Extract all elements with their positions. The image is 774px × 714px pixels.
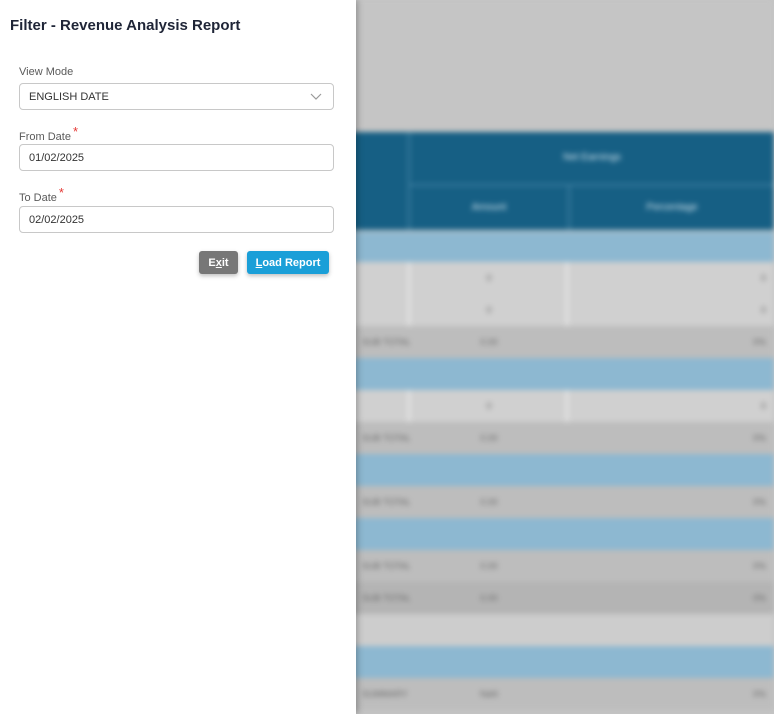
header-amount-label: Amount (471, 202, 507, 213)
required-asterisk: * (58, 185, 64, 200)
report-cell-amount: 0.00 (480, 497, 498, 507)
report-cell-pct: 0 (760, 273, 766, 283)
to-date-label: To Date * (19, 185, 64, 204)
report-cell-pct: 0% (752, 497, 766, 507)
view-mode-value: ENGLISH DATE (29, 90, 109, 103)
report-cell-amount: 0.00 (480, 337, 498, 347)
load-report-button[interactable]: Load Report (247, 251, 329, 274)
load-label-rest: oad Report (262, 256, 321, 269)
header-percentage-label: Percentage (646, 202, 698, 213)
report-column-divider (566, 294, 568, 326)
report-cell-pct: 0 (760, 305, 766, 315)
view-mode-label: View Mode (19, 66, 74, 78)
report-column-divider (408, 390, 410, 422)
to-date-label-text: To Date (19, 192, 57, 204)
to-date-input[interactable] (19, 206, 334, 233)
report-cell-amount: 0.00 (480, 593, 498, 603)
report-cell-pct: 0 (760, 401, 766, 411)
report-cell-pct: 0% (752, 433, 766, 443)
filter-panel: Filter - Revenue Analysis Report View Mo… (0, 0, 356, 714)
report-column-divider (566, 390, 568, 422)
report-column-divider (566, 262, 568, 294)
report-cell-pct: 0% (752, 337, 766, 347)
report-column-divider (408, 262, 410, 294)
report-cell-amount: 0 (486, 401, 492, 411)
from-date-label: From Date * (19, 124, 78, 143)
exit-label-rest: it (221, 256, 229, 269)
from-date-input[interactable] (19, 144, 334, 171)
report-cell-pct: 0% (752, 593, 766, 603)
view-mode-select[interactable]: ENGLISH DATE (19, 83, 334, 110)
load-label-hotkey: L (255, 256, 263, 269)
required-asterisk: * (72, 124, 79, 139)
from-date-label-text: From Date (19, 131, 71, 143)
report-cell-amount: 0 (486, 273, 492, 283)
exit-button[interactable]: Ex it (199, 251, 238, 274)
report-cell-pct: 0% (752, 561, 766, 571)
header-group-label: Net Earnings (563, 152, 621, 163)
report-cell-pct: 0% (752, 689, 766, 699)
report-cell-amount: NaN (479, 689, 498, 699)
report-cell-amount: 0.00 (480, 561, 498, 571)
report-cell-amount: 0 (486, 305, 492, 315)
panel-title: Filter - Revenue Analysis Report (10, 17, 241, 34)
chevron-down-icon (310, 93, 322, 100)
report-column-divider (408, 294, 410, 326)
exit-label-first: E (208, 256, 216, 269)
report-cell-amount: 0.00 (480, 433, 498, 443)
